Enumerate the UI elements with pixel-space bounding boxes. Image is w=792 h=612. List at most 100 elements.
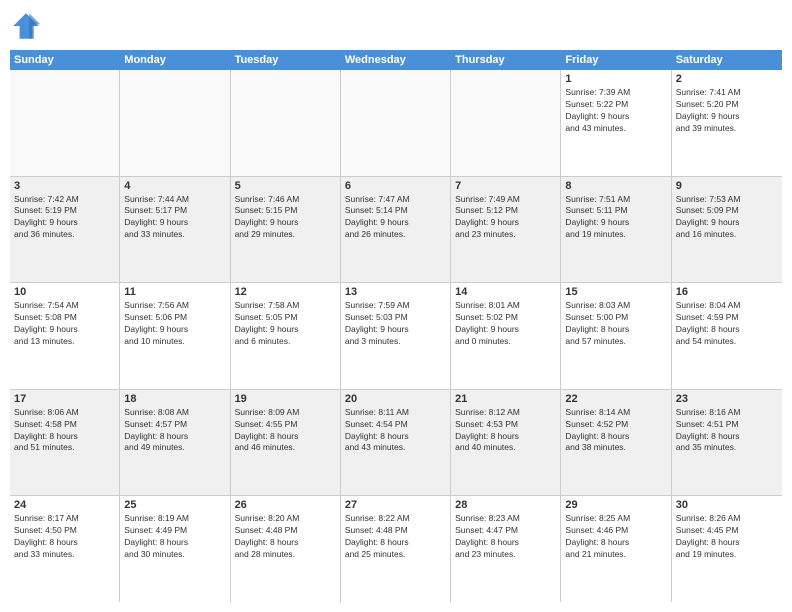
day-info: Sunrise: 7:58 AMSunset: 5:05 PMDaylight:… (235, 300, 336, 348)
day-number: 19 (235, 393, 336, 405)
logo-icon (10, 10, 42, 42)
calendar-cell: 18 Sunrise: 8:08 AMSunset: 4:57 PMDayligh… (120, 390, 230, 496)
calendar-cell: 4 Sunrise: 7:44 AMSunset: 5:17 PMDaylight… (120, 177, 230, 283)
header-day-thursday: Thursday (451, 50, 561, 70)
day-number: 8 (565, 180, 666, 192)
day-number: 20 (345, 393, 446, 405)
day-number: 29 (565, 499, 666, 511)
day-number: 15 (565, 286, 666, 298)
day-number: 25 (124, 499, 225, 511)
day-info: Sunrise: 7:53 AMSunset: 5:09 PMDaylight:… (676, 194, 778, 242)
day-info: Sunrise: 7:51 AMSunset: 5:11 PMDaylight:… (565, 194, 666, 242)
page: SundayMondayTuesdayWednesdayThursdayFrid… (0, 0, 792, 612)
day-info: Sunrise: 8:26 AMSunset: 4:45 PMDaylight:… (676, 513, 778, 561)
day-number: 1 (565, 73, 666, 85)
day-info: Sunrise: 7:54 AMSunset: 5:08 PMDaylight:… (14, 300, 115, 348)
day-info: Sunrise: 7:59 AMSunset: 5:03 PMDaylight:… (345, 300, 446, 348)
calendar: SundayMondayTuesdayWednesdayThursdayFrid… (10, 50, 782, 602)
calendar-cell: 6Sunrise: 7:47 AMSunset: 5:14 PMDaylight… (341, 177, 451, 283)
day-info: Sunrise: 8:19 AMSunset: 4:49 PMDaylight:… (124, 513, 225, 561)
day-info: Sunrise: 7:49 AMSunset: 5:12 PMDaylight:… (455, 194, 556, 242)
calendar-cell: 14 Sunrise: 8:01 AMSunset: 5:02 PMDayligh… (451, 283, 561, 389)
calendar-week-5: 24 Sunrise: 8:17 AMSunset: 4:50 PMDayligh… (10, 496, 782, 602)
day-number: 24 (14, 499, 115, 511)
day-info: Sunrise: 8:22 AMSunset: 4:48 PMDaylight:… (345, 513, 446, 561)
day-info: Sunrise: 8:23 AMSunset: 4:47 PMDaylight:… (455, 513, 556, 561)
calendar-cell: 1 Sunrise: 7:39 AMSunset: 5:22 PMDaylight… (561, 70, 671, 176)
calendar-header: SundayMondayTuesdayWednesdayThursdayFrid… (10, 50, 782, 70)
calendar-cell: 8 Sunrise: 7:51 AMSunset: 5:11 PMDaylight… (561, 177, 671, 283)
day-info: Sunrise: 8:14 AMSunset: 4:52 PMDaylight:… (565, 407, 666, 455)
day-number: 17 (14, 393, 115, 405)
calendar-week-2: 3 Sunrise: 7:42 AMSunset: 5:19 PMDaylight… (10, 177, 782, 284)
day-number: 14 (455, 286, 556, 298)
day-info: Sunrise: 8:16 AMSunset: 4:51 PMDaylight:… (676, 407, 778, 455)
day-number: 4 (124, 180, 225, 192)
day-info: Sunrise: 8:25 AMSunset: 4:46 PMDaylight:… (565, 513, 666, 561)
header-day-wednesday: Wednesday (341, 50, 451, 70)
day-info: Sunrise: 7:42 AMSunset: 5:19 PMDaylight:… (14, 194, 115, 242)
calendar-cell: 12 Sunrise: 7:58 AMSunset: 5:05 PMDayligh… (231, 283, 341, 389)
calendar-cell: 17 Sunrise: 8:06 AMSunset: 4:58 PMDayligh… (10, 390, 120, 496)
calendar-cell: 28 Sunrise: 8:23 AMSunset: 4:47 PMDayligh… (451, 496, 561, 602)
day-number: 18 (124, 393, 225, 405)
day-number: 5 (235, 180, 336, 192)
calendar-week-1: 1 Sunrise: 7:39 AMSunset: 5:22 PMDaylight… (10, 70, 782, 177)
calendar-week-3: 10 Sunrise: 7:54 AMSunset: 5:08 PMDayligh… (10, 283, 782, 390)
calendar-cell: 10 Sunrise: 7:54 AMSunset: 5:08 PMDayligh… (10, 283, 120, 389)
day-number: 3 (14, 180, 115, 192)
day-info: Sunrise: 8:11 AMSunset: 4:54 PMDaylight:… (345, 407, 446, 455)
header-day-tuesday: Tuesday (231, 50, 341, 70)
day-info: Sunrise: 7:41 AMSunset: 5:20 PMDaylight:… (676, 87, 778, 135)
day-number: 23 (676, 393, 778, 405)
calendar-cell (10, 70, 120, 176)
calendar-cell: 25 Sunrise: 8:19 AMSunset: 4:49 PMDayligh… (120, 496, 230, 602)
calendar-cell (451, 70, 561, 176)
calendar-cell: 23 Sunrise: 8:16 AMSunset: 4:51 PMDayligh… (672, 390, 782, 496)
day-number: 27 (345, 499, 446, 511)
day-info: Sunrise: 8:17 AMSunset: 4:50 PMDaylight:… (14, 513, 115, 561)
day-number: 22 (565, 393, 666, 405)
day-info: Sunrise: 8:01 AMSunset: 5:02 PMDaylight:… (455, 300, 556, 348)
day-info: Sunrise: 8:03 AMSunset: 5:00 PMDaylight:… (565, 300, 666, 348)
day-number: 11 (124, 286, 225, 298)
day-number: 7 (455, 180, 556, 192)
day-number: 21 (455, 393, 556, 405)
header-day-friday: Friday (561, 50, 671, 70)
day-number: 10 (14, 286, 115, 298)
calendar-cell: 2 Sunrise: 7:41 AMSunset: 5:20 PMDaylight… (672, 70, 782, 176)
calendar-cell: 3 Sunrise: 7:42 AMSunset: 5:19 PMDaylight… (10, 177, 120, 283)
calendar-cell: 26 Sunrise: 8:20 AMSunset: 4:48 PMDayligh… (231, 496, 341, 602)
day-number: 6 (345, 180, 446, 192)
calendar-cell: 24 Sunrise: 8:17 AMSunset: 4:50 PMDayligh… (10, 496, 120, 602)
day-number: 12 (235, 286, 336, 298)
calendar-cell: 22 Sunrise: 8:14 AMSunset: 4:52 PMDayligh… (561, 390, 671, 496)
day-info: Sunrise: 8:09 AMSunset: 4:55 PMDaylight:… (235, 407, 336, 455)
calendar-cell: 9 Sunrise: 7:53 AMSunset: 5:09 PMDaylight… (672, 177, 782, 283)
calendar-cell: 21 Sunrise: 8:12 AMSunset: 4:53 PMDayligh… (451, 390, 561, 496)
day-number: 2 (676, 73, 778, 85)
calendar-cell: 15 Sunrise: 8:03 AMSunset: 5:00 PMDayligh… (561, 283, 671, 389)
calendar-cell: 5Sunrise: 7:46 AMSunset: 5:15 PMDaylight… (231, 177, 341, 283)
day-number: 28 (455, 499, 556, 511)
day-info: Sunrise: 8:20 AMSunset: 4:48 PMDaylight:… (235, 513, 336, 561)
calendar-cell: 11 Sunrise: 7:56 AMSunset: 5:06 PMDayligh… (120, 283, 230, 389)
day-info: Sunrise: 7:56 AMSunset: 5:06 PMDaylight:… (124, 300, 225, 348)
day-info: Sunrise: 8:12 AMSunset: 4:53 PMDaylight:… (455, 407, 556, 455)
day-number: 9 (676, 180, 778, 192)
day-info: Sunrise: 8:06 AMSunset: 4:58 PMDaylight:… (14, 407, 115, 455)
logo (10, 10, 46, 42)
day-number: 26 (235, 499, 336, 511)
header (10, 10, 782, 42)
calendar-week-4: 17 Sunrise: 8:06 AMSunset: 4:58 PMDayligh… (10, 390, 782, 497)
header-day-sunday: Sunday (10, 50, 120, 70)
calendar-cell: 27 Sunrise: 8:22 AMSunset: 4:48 PMDayligh… (341, 496, 451, 602)
day-info: Sunrise: 8:08 AMSunset: 4:57 PMDaylight:… (124, 407, 225, 455)
calendar-cell (120, 70, 230, 176)
day-number: 16 (676, 286, 778, 298)
calendar-body: 1 Sunrise: 7:39 AMSunset: 5:22 PMDaylight… (10, 70, 782, 602)
calendar-cell (341, 70, 451, 176)
day-info: Sunrise: 7:39 AMSunset: 5:22 PMDaylight:… (565, 87, 666, 135)
day-info: Sunrise: 8:04 AMSunset: 4:59 PMDaylight:… (676, 300, 778, 348)
day-info: Sunrise: 7:44 AMSunset: 5:17 PMDaylight:… (124, 194, 225, 242)
